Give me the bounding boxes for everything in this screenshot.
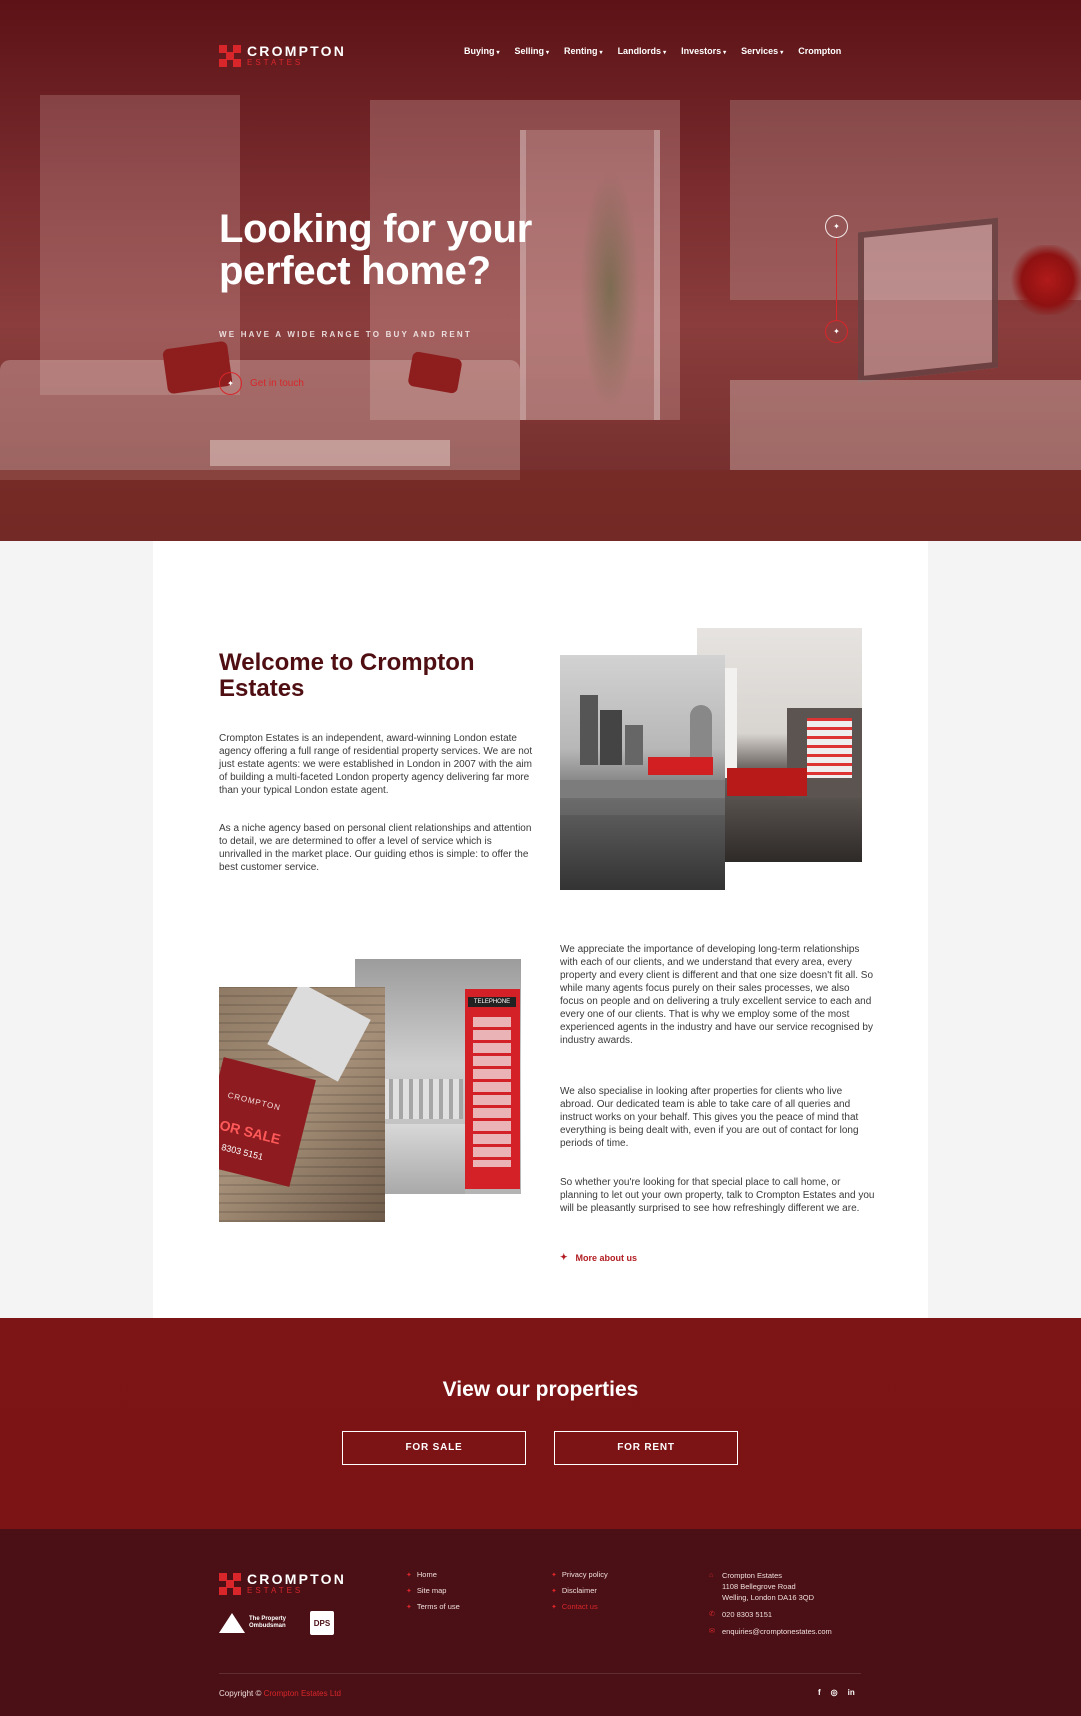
welcome-title: Welcome to Crompton Estates — [219, 649, 475, 702]
footer: CROMPTON ESTATES The Property Ombudsman … — [0, 1529, 1081, 1716]
about-paragraph: So whether you're looking for that speci… — [560, 1177, 875, 1214]
ombudsman-triangle-icon — [219, 1613, 245, 1633]
footer-link-disclaimer[interactable]: ✦ Disclaimer — [551, 1586, 608, 1595]
linkedin-icon[interactable]: in — [848, 1688, 855, 1697]
footer-link-contact[interactable]: ✦ Contact us — [551, 1602, 608, 1611]
logo-sub-text: ESTATES — [247, 1586, 304, 1595]
more-about-us-link[interactable]: ✦ More about us — [560, 1252, 637, 1263]
properties-banner: View our properties FOR SALE FOR RENT — [0, 1318, 1081, 1529]
hero-section: CROMPTON ESTATES Buying ▾ Selling ▾ Rentin… — [0, 0, 1081, 541]
phone[interactable]: ✆ 020 8303 5151 — [709, 1609, 832, 1620]
nav-item-crompton[interactable]: Crompton — [798, 46, 841, 56]
phone-icon: ✆ — [709, 1611, 715, 1618]
footer-divider — [219, 1673, 861, 1674]
about-paragraph: We appreciate the importance of developi… — [560, 944, 874, 1046]
header-logo[interactable]: CROMPTON ESTATES — [219, 44, 346, 67]
property-ombudsman-logo[interactable]: The Property Ombudsman — [219, 1613, 286, 1633]
mail-icon: ✉ — [709, 1628, 715, 1635]
hero-flowers — [1010, 245, 1081, 315]
properties-title: View our properties — [442, 1378, 639, 1401]
nav-item-renting[interactable]: Renting ▾ — [564, 46, 603, 56]
logo-mark-icon — [219, 44, 241, 67]
footer-logo[interactable]: CROMPTON ESTATES — [219, 1572, 346, 1595]
instagram-icon[interactable]: ◎ — [831, 1688, 838, 1697]
footer-link-privacy[interactable]: ✦ Privacy policy — [551, 1570, 608, 1579]
hero-subtitle: WE HAVE A WIDE RANGE TO BUY AND RENT — [219, 330, 472, 339]
booth-label: TELEPHONE — [468, 997, 516, 1007]
hotspot-connector — [836, 238, 837, 320]
copyright-company-link[interactable]: Crompton Estates Ltd — [264, 1689, 341, 1698]
social-links: f ◎ in — [818, 1688, 855, 1697]
dps-logo[interactable]: DPS — [310, 1611, 335, 1635]
address: ⌂ Crompton Estates 1108 Bellegrove Road … — [709, 1571, 814, 1602]
chevron-down-icon: ▾ — [780, 50, 784, 56]
home-icon: ⌂ — [709, 1572, 714, 1579]
accreditation-badges: The Property Ombudsman DPS — [219, 1611, 335, 1635]
hero-floor — [0, 470, 1081, 541]
chevron-down-icon: ▾ — [663, 50, 667, 56]
nav-item-services[interactable]: Services ▾ — [741, 46, 783, 56]
for-rent-button[interactable]: FOR RENT — [554, 1431, 738, 1465]
nav-item-buying[interactable]: Buying ▾ — [464, 46, 500, 56]
page: CROMPTON ESTATES Buying ▾ Selling ▾ Rentin… — [0, 0, 1081, 1716]
chevron-down-icon: ▾ — [723, 50, 727, 56]
chevron-down-icon: ▾ — [546, 50, 550, 56]
welcome-paragraph: As a niche agency based on personal clie… — [219, 823, 532, 873]
welcome-paragraph: Crompton Estates is an independent, awar… — [219, 733, 533, 796]
hero-coffee-table — [210, 440, 450, 466]
chevron-down-icon: ▾ — [496, 50, 500, 56]
footer-link-terms[interactable]: ✦ Terms of use — [406, 1602, 460, 1611]
logo-main-text: CROMPTON — [247, 43, 347, 59]
about-paragraph: We also specialise in looking after prop… — [560, 1086, 859, 1149]
nav-item-investors[interactable]: Investors ▾ — [681, 46, 726, 56]
cta-label: Get in touch — [250, 378, 304, 389]
for-sale-button[interactable]: FOR SALE — [342, 1431, 526, 1465]
nav-item-landlords[interactable]: Landlords ▾ — [618, 46, 667, 56]
diamond-icon: ✦ — [551, 1587, 557, 1595]
logo-sub-text: ESTATES — [247, 58, 304, 67]
diamond-icon: ✦ — [551, 1603, 557, 1611]
hero-title: Looking for your perfect home? — [219, 207, 532, 293]
nav-item-selling[interactable]: Selling ▾ — [515, 46, 550, 56]
london-skyline-photo — [560, 655, 725, 890]
hero-cabinet — [730, 380, 1081, 470]
for-sale-sign-photo: CROMPTON OR SALE 8303 5151 — [219, 987, 385, 1222]
copyright: Copyright © Crompton Estates Ltd — [219, 1689, 341, 1698]
chevron-down-icon: ▾ — [599, 50, 603, 56]
footer-link-site-map[interactable]: ✦ Site map — [406, 1586, 460, 1595]
facebook-icon[interactable]: f — [818, 1688, 821, 1697]
main-nav: Buying ▾ Selling ▾ Renting ▾ Landlords ▾ Inv… — [464, 46, 856, 56]
get-in-touch-button[interactable]: ✦ Get in touch — [219, 372, 304, 395]
footer-link-home[interactable]: ✦ Home — [406, 1570, 460, 1579]
email[interactable]: ✉ enquiries@cromptonestates.com — [709, 1626, 832, 1637]
diamond-icon: ✦ — [406, 1571, 412, 1579]
footer-links-secondary: ✦ Privacy policy ✦ Disclaimer ✦ Contact us — [551, 1570, 608, 1618]
diamond-icon: ✦ — [551, 1571, 557, 1579]
diamond-icon: ✦ — [560, 1252, 568, 1262]
hotspot-plus-icon[interactable]: ✦ — [825, 320, 848, 343]
logo-mark-icon — [219, 1572, 241, 1595]
diamond-icon: ✦ — [406, 1603, 412, 1611]
footer-links-primary: ✦ Home ✦ Site map ✦ Terms of use — [406, 1570, 460, 1618]
footer-contact: ⌂ Crompton Estates 1108 Bellegrove Road … — [709, 1570, 832, 1643]
logo-main-text: CROMPTON — [247, 1571, 347, 1587]
hero-tv — [858, 217, 998, 383]
hotspot-plus-icon[interactable]: ✦ — [825, 215, 848, 238]
diamond-icon: ✦ — [406, 1587, 412, 1595]
plus-icon: ✦ — [219, 372, 242, 395]
